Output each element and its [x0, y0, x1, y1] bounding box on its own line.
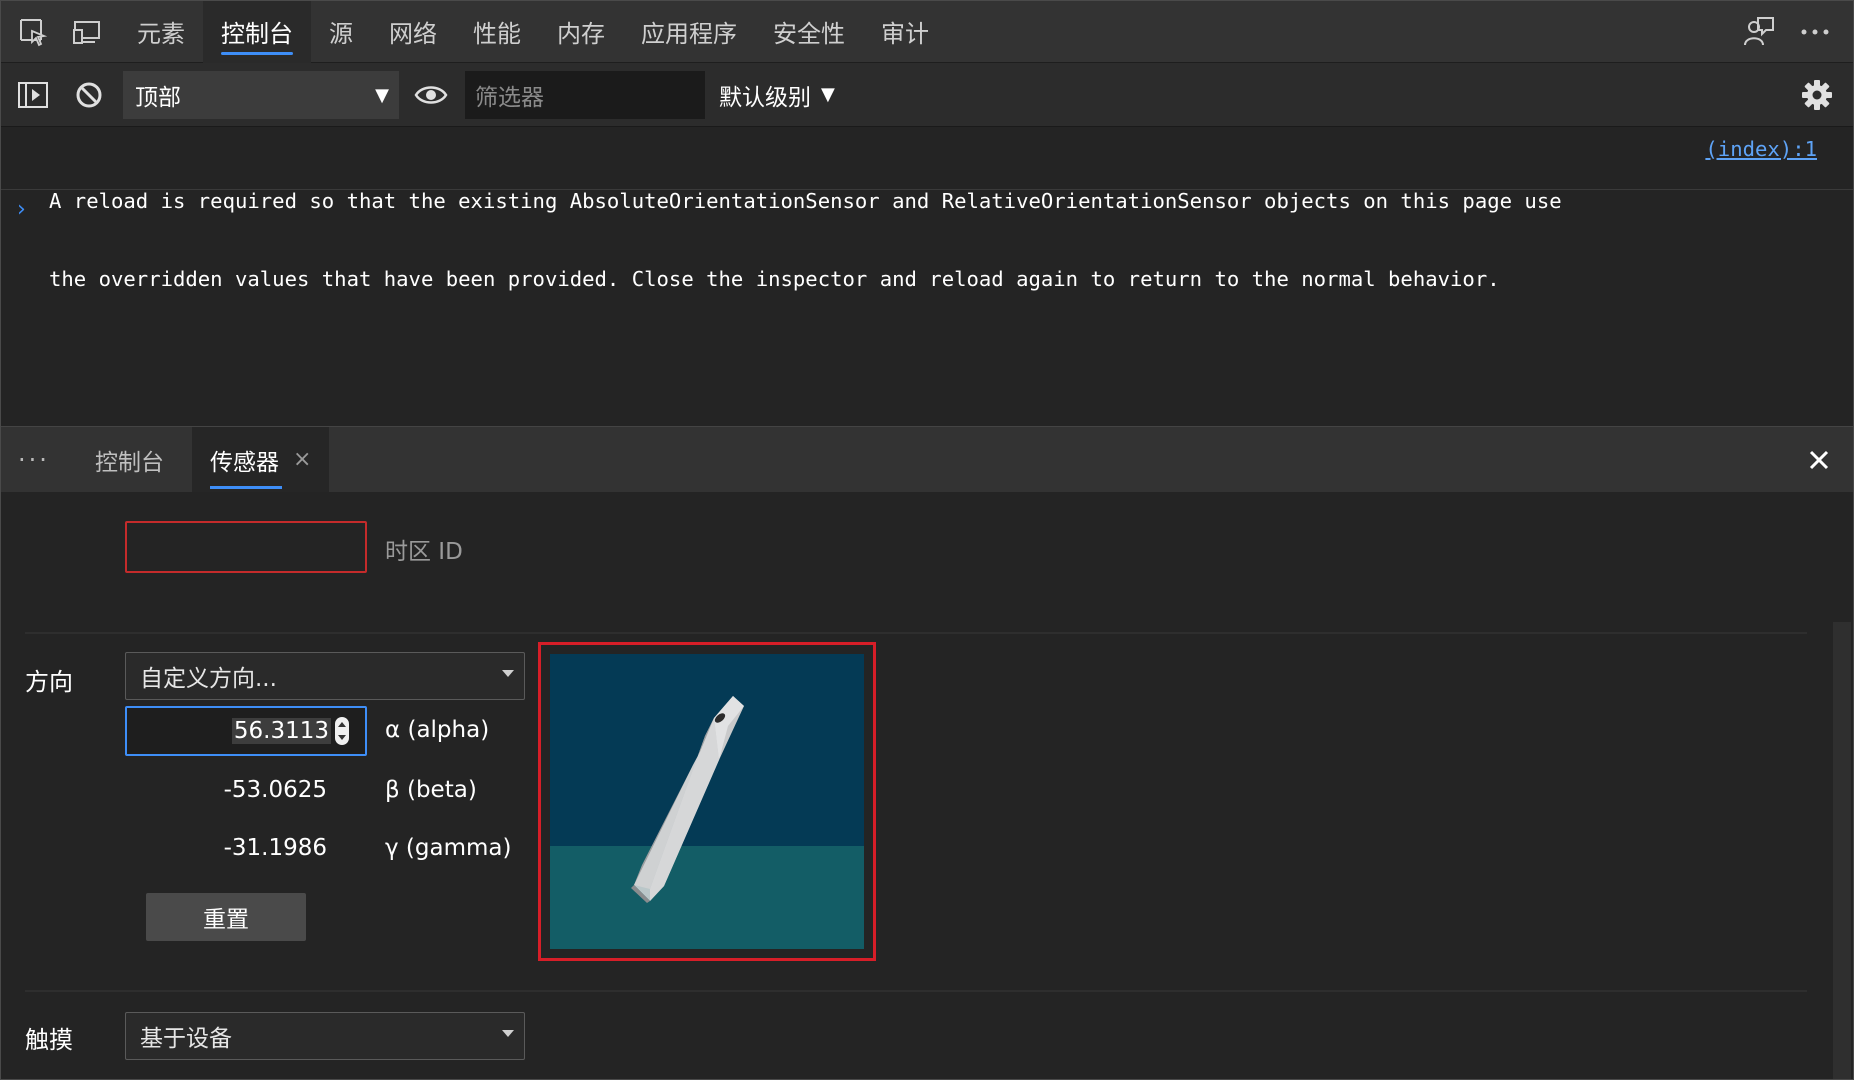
tab-security[interactable]: 安全性 [755, 1, 863, 63]
section-divider [25, 990, 1807, 992]
timezone-input[interactable] [125, 521, 367, 573]
touch-select-value: 基于设备 [140, 1026, 232, 1052]
alpha-label: α (alpha) [385, 717, 490, 743]
devtools-window: 元素 控制台 源 网络 性能 内存 应用程序 安全性 审计 顶部 ▼ 筛选器 默… [0, 0, 1854, 1080]
console-message-line: A reload is required so that the existin… [49, 189, 1562, 213]
drawer-tab-sensors[interactable]: 传感器 × [192, 426, 330, 493]
filter-placeholder: 筛选器 [475, 84, 544, 111]
context-selector-value: 顶部 [135, 84, 181, 111]
console-warning-message: A reload is required so that the existin… [1, 128, 1853, 291]
tab-audits[interactable]: 审计 [863, 1, 947, 63]
console-message-line: the overridden values that have been pro… [49, 267, 1500, 291]
tab-elements[interactable]: 元素 [119, 1, 203, 63]
orientation-select[interactable]: 自定义方向... [125, 652, 525, 700]
context-selector[interactable]: 顶部 ▼ [123, 70, 399, 119]
beta-input[interactable]: -53.0625 [224, 777, 327, 803]
sensors-panel: 时区 ID 方向 自定义方向... 56.3113 α (alpha) -53.… [1, 492, 1853, 1079]
scrollbar[interactable] [1831, 492, 1853, 1079]
alpha-input[interactable]: 56.3113 [125, 706, 367, 756]
chevron-down-icon [502, 1030, 514, 1037]
tab-memory[interactable]: 内存 [539, 1, 623, 63]
drawer-tab-bar: ··· 控制台 传感器 × [1, 426, 1853, 493]
touch-label: 触摸 [25, 1026, 73, 1054]
close-tab-icon[interactable]: × [293, 447, 311, 472]
main-tab-bar: 元素 控制台 源 网络 性能 内存 应用程序 安全性 审计 [1, 0, 1853, 63]
orientation-label: 方向 [25, 668, 73, 696]
feedback-icon[interactable] [1731, 4, 1787, 60]
tab-network[interactable]: 网络 [371, 1, 455, 63]
beta-label: β (beta) [385, 777, 477, 803]
console-source-link[interactable]: (index):1 [1705, 136, 1817, 162]
chevron-down-icon: ▼ [375, 84, 389, 106]
more-icon[interactable] [1787, 4, 1843, 60]
gear-icon[interactable] [1789, 67, 1845, 123]
drawer-tab-console[interactable]: 控制台 [77, 427, 182, 493]
drawer-tab-sensors-label: 传感器 [210, 449, 279, 476]
tab-performance[interactable]: 性能 [455, 1, 539, 63]
drawer-more-button[interactable]: ··· [1, 446, 67, 474]
inspect-icon[interactable] [11, 10, 55, 54]
orientation-preview[interactable] [550, 654, 864, 949]
filter-input[interactable]: 筛选器 [465, 70, 705, 119]
sidebar-toggle-icon[interactable] [5, 67, 61, 123]
log-level-label: 默认级别 [719, 84, 811, 111]
gamma-input[interactable]: -31.1986 [224, 835, 327, 861]
orientation-preview-highlight [538, 642, 876, 961]
device-emulation-icon[interactable] [65, 10, 109, 54]
reset-button[interactable]: 重置 [146, 893, 306, 941]
touch-select[interactable]: 基于设备 [125, 1012, 525, 1060]
gamma-label: γ (gamma) [385, 835, 512, 861]
timezone-label: 时区 ID [385, 539, 463, 565]
log-level-selector[interactable]: 默认级别 ▼ [719, 78, 835, 112]
eye-icon[interactable] [403, 67, 459, 123]
orientation-select-value: 自定义方向... [140, 666, 277, 692]
alpha-value: 56.3113 [231, 718, 331, 744]
section-divider [25, 632, 1807, 634]
tab-application[interactable]: 应用程序 [623, 1, 755, 63]
console-prompt[interactable]: › [17, 197, 26, 222]
chevron-down-icon: ▼ [821, 84, 835, 105]
scrollbar-thumb[interactable] [1833, 622, 1851, 1079]
close-icon[interactable] [1799, 440, 1839, 480]
console-toolbar: 顶部 ▼ 筛选器 默认级别 ▼ [1, 63, 1853, 127]
clear-console-icon[interactable] [61, 67, 117, 123]
tab-console[interactable]: 控制台 [203, 0, 311, 63]
spinner-icon[interactable] [335, 717, 349, 745]
chevron-down-icon [502, 670, 514, 677]
tab-sources[interactable]: 源 [311, 1, 371, 63]
